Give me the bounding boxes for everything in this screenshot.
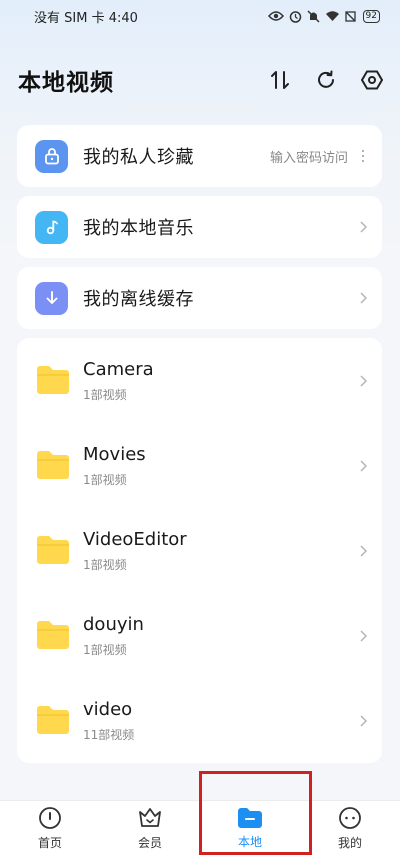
video-count: 1部视频 (83, 472, 127, 487)
folder-row-videoeditor[interactable]: VideoEditor 1部视频 (17, 508, 382, 593)
folder-name: VideoEditor (83, 528, 187, 550)
tab-profile[interactable]: 我的 (300, 801, 400, 856)
video-count: 1部视频 (83, 387, 127, 402)
bottom-tab-bar: 首页 会员 本地 我的 (0, 800, 400, 856)
tab-label: 本地 (237, 835, 262, 849)
folder-icon (238, 808, 262, 828)
chevron-right-icon (358, 291, 368, 305)
lock-icon (35, 139, 68, 173)
carrier-time: 没有 SIM 卡 4:40 (34, 10, 138, 26)
status-bar: 没有 SIM 卡 4:40 92 (0, 0, 400, 32)
refresh-button[interactable] (314, 68, 338, 92)
folder-row-video[interactable]: video 11部视频 (17, 678, 382, 763)
folder-icon (37, 535, 69, 564)
private-collection-card[interactable]: 我的私人珍藏 输入密码访问 (17, 125, 382, 187)
password-hint: 输入密码访问 (269, 150, 348, 166)
entry-label: 我的本地音乐 (83, 218, 194, 239)
header-actions (268, 68, 384, 92)
folder-icon (37, 450, 69, 479)
entry-label: 我的离线缓存 (83, 289, 194, 310)
chevron-right-icon (358, 374, 368, 388)
folder-list: Camera 1部视频 Movies 1部视频 VideoEditor 1部视频… (17, 338, 382, 763)
eye-icon (267, 11, 284, 21)
local-music-entry[interactable]: 我的本地音乐 (17, 196, 382, 258)
tab-local[interactable]: 本地 (200, 801, 300, 856)
tab-home[interactable]: 首页 (0, 801, 100, 856)
home-icon (39, 807, 61, 829)
private-collection-entry[interactable]: 我的私人珍藏 输入密码访问 (17, 125, 382, 187)
wifi-icon (325, 11, 339, 21)
video-count: 1部视频 (83, 642, 127, 657)
page-title: 本地视频 (18, 70, 114, 96)
local-music-card[interactable]: 我的本地音乐 (17, 196, 382, 258)
folder-icon (37, 705, 69, 734)
header: 本地视频 (0, 55, 400, 105)
video-count: 1部视频 (83, 557, 127, 572)
chevron-right-icon (358, 714, 368, 728)
offline-cache-entry[interactable]: 我的离线缓存 (17, 267, 382, 329)
folder-name: Movies (83, 443, 146, 465)
folder-name: Camera (83, 358, 154, 380)
sort-icon (271, 71, 289, 89)
no-signal-icon (344, 11, 356, 22)
settings-button[interactable] (360, 68, 384, 92)
sort-button[interactable] (268, 68, 292, 92)
folder-row-camera[interactable]: Camera 1部视频 (17, 338, 382, 423)
offline-cache-card[interactable]: 我的离线缓存 (17, 267, 382, 329)
folder-icon (37, 365, 69, 394)
tab-label: 会员 (137, 836, 162, 850)
battery-indicator: 92 (362, 9, 380, 23)
chevron-right-icon (358, 220, 368, 234)
entry-label: 我的私人珍藏 (83, 147, 194, 168)
folder-row-movies[interactable]: Movies 1部视频 (17, 423, 382, 508)
tab-vip[interactable]: 会员 (100, 801, 200, 856)
profile-icon (339, 807, 361, 829)
folder-row-douyin[interactable]: douyin 1部视频 (17, 593, 382, 678)
tab-label: 我的 (337, 836, 362, 850)
alarm-icon (289, 10, 301, 23)
folder-name: video (83, 698, 133, 720)
download-icon (35, 281, 68, 315)
vip-crown-icon (139, 808, 161, 827)
chevron-right-icon (358, 629, 368, 643)
folder-icon (37, 620, 69, 649)
music-note-icon (35, 210, 68, 244)
status-icons: 92 (267, 9, 380, 23)
more-dots-icon[interactable] (358, 149, 368, 163)
folder-name: douyin (83, 613, 144, 635)
tab-label: 首页 (37, 836, 62, 850)
video-count: 11部视频 (83, 727, 135, 742)
chevron-right-icon (358, 459, 368, 473)
refresh-icon (318, 70, 334, 88)
mute-icon (307, 9, 320, 23)
chevron-right-icon (358, 544, 368, 558)
settings-icon (361, 70, 383, 90)
